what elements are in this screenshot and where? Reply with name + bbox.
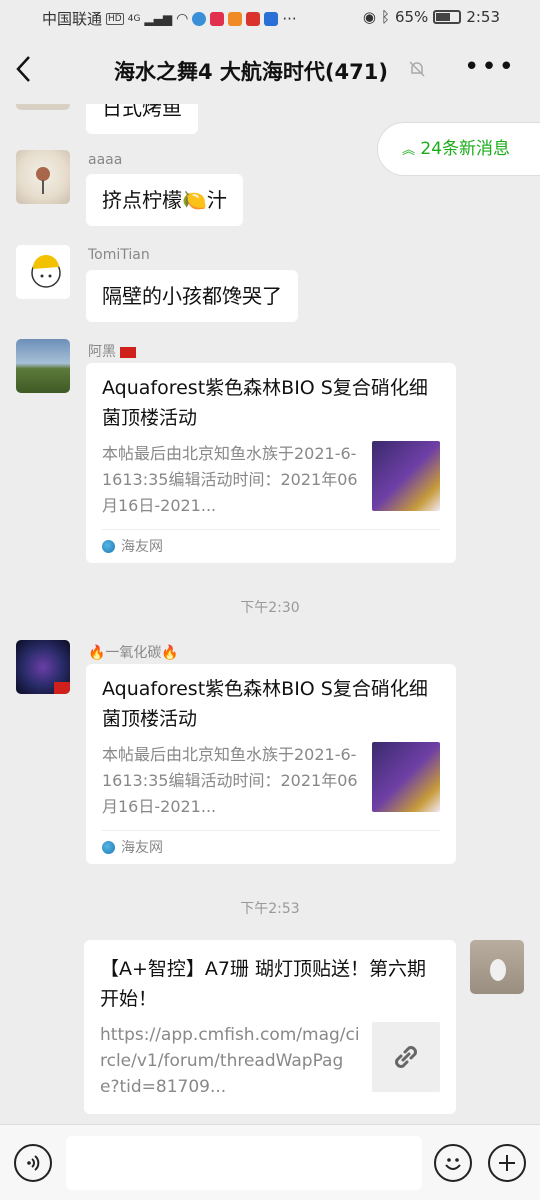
- avatar[interactable]: [16, 245, 70, 299]
- avatar[interactable]: [16, 640, 70, 694]
- hd-icon: HD: [106, 12, 124, 25]
- card-thumbnail: [372, 441, 440, 511]
- carrier-label: 中国联通: [42, 10, 103, 28]
- message-bubble[interactable]: 日式烤鱼: [86, 104, 198, 134]
- double-chevron-up-icon: ︽: [402, 143, 416, 158]
- card-source: 海友网: [102, 529, 440, 563]
- card-thumbnail: [372, 742, 440, 812]
- status-bar: 中国联通 HD 4G ▂▄▆ ◠ ··· ◉ ᛒ 65% 2:53: [0, 0, 540, 36]
- more-dots-icon[interactable]: •••: [464, 52, 516, 82]
- wifi-icon: ◠: [176, 10, 189, 27]
- bell-off-icon: [407, 59, 427, 84]
- source-logo-icon: [102, 841, 115, 854]
- timestamp: 下午2:30: [240, 600, 300, 616]
- sender-name: TomiTian: [88, 247, 150, 263]
- card-title: 【A+智控】A7珊 瑚灯顶贴送！第六期开始！: [100, 958, 427, 1010]
- status-right: ◉ ᛒ 65% 2:53: [363, 8, 500, 26]
- app-icon-1: [192, 11, 207, 26]
- avatar[interactable]: [16, 150, 70, 204]
- card-url: https://app.cmfish.com/mag/circle/v1/for…: [100, 1025, 360, 1097]
- card-source: 海友网: [102, 830, 440, 864]
- card-title: Aquaforest紫色森林BIO S复合硝化细菌顶楼活动: [102, 678, 428, 730]
- message-bubble[interactable]: 隔壁的小孩都馋哭了: [86, 270, 298, 322]
- network-label: 4G: [127, 13, 141, 24]
- share-card[interactable]: Aquaforest紫色森林BIO S复合硝化细菌顶楼活动 本帖最后由北京知鱼水…: [86, 363, 456, 563]
- more-status-icon: ···: [282, 9, 297, 28]
- voice-icon[interactable]: [14, 1144, 52, 1182]
- eye-icon: ◉: [362, 8, 376, 26]
- app-icon-2: [210, 11, 225, 26]
- message-bubble[interactable]: 挤点柠檬🍋汁: [86, 174, 243, 226]
- app-icon-5: [264, 11, 279, 26]
- avatar[interactable]: [16, 104, 70, 110]
- card-description: 本帖最后由北京知鱼水族于2021-6-1613:35编辑活动时间：2021年06…: [102, 745, 358, 816]
- sender-name: 🔥一氧化碳🔥: [88, 645, 179, 661]
- signal-icon: ▂▄▆: [144, 11, 173, 26]
- share-card[interactable]: Aquaforest紫色森林BIO S复合硝化细菌顶楼活动 本帖最后由北京知鱼水…: [86, 664, 456, 864]
- input-bar: [0, 1124, 540, 1200]
- new-messages-pill[interactable]: ︽ 24条新消息: [377, 122, 540, 176]
- flag-icon: [120, 346, 137, 358]
- chat-header: 海水之舞4 大航海时代(471) •••: [0, 36, 540, 104]
- timestamp: 下午2:53: [240, 901, 300, 917]
- sender-name: 阿黑: [88, 341, 137, 361]
- status-left: 中国联通 HD 4G ▂▄▆ ◠ ···: [42, 8, 297, 29]
- sender-name: aaaa: [88, 152, 123, 168]
- card-description: 本帖最后由北京知鱼水族于2021-6-1613:35编辑活动时间：2021年06…: [102, 444, 358, 515]
- link-icon: [372, 1022, 440, 1092]
- card-title: Aquaforest紫色森林BIO S复合硝化细菌顶楼活动: [102, 377, 428, 429]
- avatar[interactable]: [16, 339, 70, 393]
- link-card[interactable]: 【A+智控】A7珊 瑚灯顶贴送！第六期开始！ https://app.cmfis…: [84, 940, 456, 1114]
- app-icon-4: [246, 11, 261, 26]
- chat-area[interactable]: 日式烤鱼 aaaa 挤点柠檬🍋汁 TomiTian 隔壁的小孩都馋哭了 阿黑 A…: [0, 104, 540, 1124]
- source-logo-icon: [102, 540, 115, 553]
- avatar[interactable]: [470, 940, 524, 994]
- app-icon-3: [228, 11, 243, 26]
- emoji-icon[interactable]: [434, 1144, 472, 1182]
- message-input[interactable]: [66, 1136, 422, 1190]
- chevron-left-icon[interactable]: [14, 54, 42, 86]
- clock: 2:53: [466, 8, 500, 26]
- chat-title: 海水之舞4 大航海时代(471): [114, 60, 388, 84]
- bluetooth-icon: ᛒ: [380, 8, 390, 26]
- plus-icon[interactable]: [488, 1144, 526, 1182]
- battery-icon: [433, 10, 462, 24]
- battery-percent: 65%: [394, 8, 429, 26]
- flag-icon: [54, 682, 70, 694]
